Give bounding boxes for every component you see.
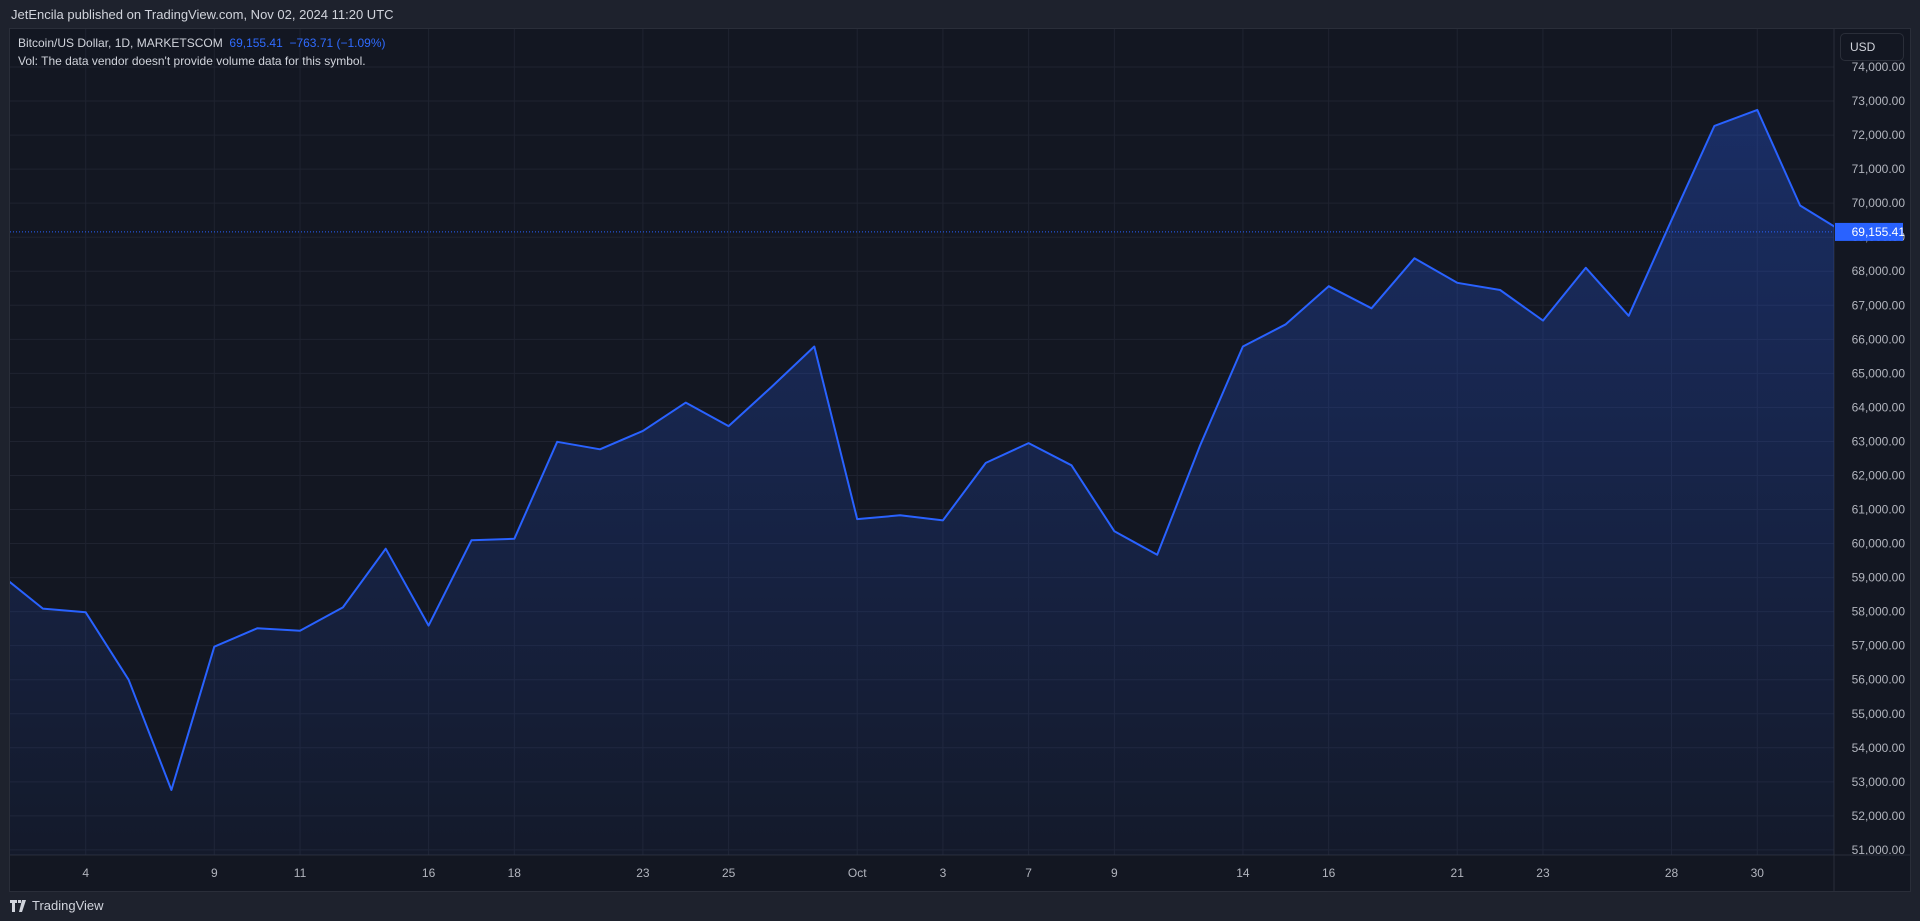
time-tick-label: 3 <box>940 866 947 880</box>
series-group <box>10 108 1834 855</box>
time-tick-label: 11 <box>294 866 307 880</box>
time-tick-label: 7 <box>1025 866 1032 880</box>
time-tick-label: 30 <box>1751 866 1765 880</box>
price-tick-label: 61,000.00 <box>1852 503 1906 517</box>
footer-brand: TradingView <box>32 898 104 913</box>
price-tick-label: 54,000.00 <box>1852 741 1906 755</box>
price-tick-label: 71,000.00 <box>1852 162 1906 176</box>
time-tick-label: 16 <box>422 866 436 880</box>
price-tick-label: 57,000.00 <box>1852 639 1906 653</box>
time-tick-label: 16 <box>1322 866 1336 880</box>
time-tick-label: 28 <box>1665 866 1679 880</box>
area-fill <box>10 109 1834 855</box>
time-tick-label: Oct <box>848 866 867 880</box>
price-tick-label: 62,000.00 <box>1852 468 1906 482</box>
price-tick-label: 65,000.00 <box>1852 366 1906 380</box>
price-tick-label: 70,000.00 <box>1852 196 1906 210</box>
price-tick-label: 67,000.00 <box>1852 298 1906 312</box>
time-tick-label: 18 <box>508 866 522 880</box>
time-tick-label: 23 <box>636 866 650 880</box>
time-tick-label: 4 <box>82 866 89 880</box>
price-tick-label: 52,000.00 <box>1852 809 1906 823</box>
chart-legend: Bitcoin/US Dollar, 1D, MARKETSCOM 69,155… <box>18 34 386 70</box>
price-chart[interactable]: 51,000.0052,000.0053,000.0054,000.0055,0… <box>10 29 1910 891</box>
currency-button[interactable]: USD <box>1840 33 1904 61</box>
time-tick-label: 23 <box>1536 866 1550 880</box>
price-tick-label: 64,000.00 <box>1852 400 1906 414</box>
price-tick-label: 56,000.00 <box>1852 673 1906 687</box>
last-price: 69,155.41 <box>229 36 283 50</box>
current-price-label: 69,155.41 <box>1852 225 1906 239</box>
price-tick-label: 72,000.00 <box>1852 128 1906 142</box>
time-tick-label: 9 <box>1111 866 1118 880</box>
price-tick-label: 60,000.00 <box>1852 537 1906 551</box>
price-tick-label: 66,000.00 <box>1852 332 1906 346</box>
price-tick-label: 68,000.00 <box>1852 264 1906 278</box>
price-change: −763.71 (−1.09%) <box>289 36 386 50</box>
price-tick-label: 74,000.00 <box>1852 60 1906 74</box>
price-tick-label: 53,000.00 <box>1852 775 1906 789</box>
publish-bar: JetEncila published on TradingView.com, … <box>0 0 1920 28</box>
time-tick-label: 21 <box>1451 866 1465 880</box>
tradingview-logo-icon <box>10 899 26 912</box>
published-info: JetEncila published on TradingView.com, … <box>11 7 394 22</box>
price-tick-label: 73,000.00 <box>1852 94 1906 108</box>
symbol-title[interactable]: Bitcoin/US Dollar, 1D, MARKETSCOM <box>18 36 223 50</box>
time-tick-label: 25 <box>722 866 736 880</box>
time-tick-label: 14 <box>1236 866 1250 880</box>
tradingview-footer[interactable]: TradingView <box>10 898 104 913</box>
price-tick-label: 63,000.00 <box>1852 434 1906 448</box>
time-tick-label: 9 <box>211 866 218 880</box>
volume-note: Vol: The data vendor doesn't provide vol… <box>18 54 366 68</box>
price-tick-label: 55,000.00 <box>1852 707 1906 721</box>
price-tick-label: 59,000.00 <box>1852 571 1906 585</box>
price-tick-label: 58,000.00 <box>1852 605 1906 619</box>
